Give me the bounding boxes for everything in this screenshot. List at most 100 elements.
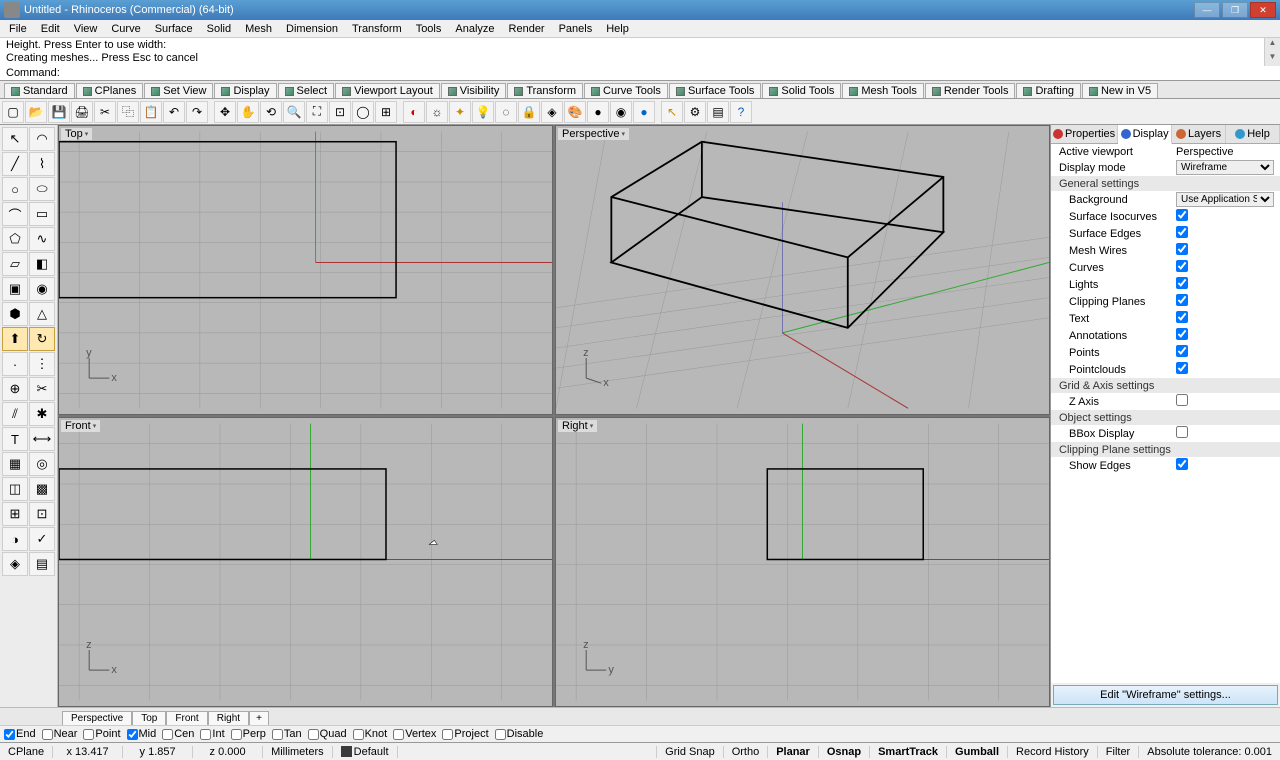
- revolve-icon[interactable]: ↻: [29, 327, 55, 351]
- paste-icon[interactable]: 📋: [140, 101, 162, 123]
- mesh2-icon[interactable]: ▩: [29, 477, 55, 501]
- rtab-properties[interactable]: Properties: [1051, 125, 1118, 143]
- zoom-icon[interactable]: 🔍: [283, 101, 305, 123]
- mesh-icon[interactable]: ◫: [2, 477, 28, 501]
- menu-mesh[interactable]: Mesh: [238, 22, 279, 36]
- tab-newv5[interactable]: New in V5: [1082, 83, 1158, 98]
- minimize-button[interactable]: —: [1194, 2, 1220, 18]
- menu-help[interactable]: Help: [599, 22, 636, 36]
- arc-icon[interactable]: ⌒: [2, 202, 28, 226]
- menu-render[interactable]: Render: [502, 22, 552, 36]
- tab-display[interactable]: Display: [214, 83, 276, 98]
- polygon-icon[interactable]: ⬠: [2, 227, 28, 251]
- layers-icon[interactable]: ◈: [541, 101, 563, 123]
- close-button[interactable]: ✕: [1250, 2, 1276, 18]
- status-layer[interactable]: Default: [333, 746, 398, 758]
- 4view-icon[interactable]: ⊞: [375, 101, 397, 123]
- zaxis-check[interactable]: [1176, 394, 1188, 406]
- menu-dimension[interactable]: Dimension: [279, 22, 345, 36]
- zoomsel-icon[interactable]: ⊡: [329, 101, 351, 123]
- help-icon[interactable]: ?: [730, 101, 752, 123]
- rotate-icon[interactable]: ⟲: [260, 101, 282, 123]
- grid-icon[interactable]: ⊞: [2, 502, 28, 526]
- tab-meshtools[interactable]: Mesh Tools: [842, 83, 923, 98]
- cone-icon[interactable]: △: [29, 302, 55, 326]
- osnap-tan[interactable]: Tan: [272, 728, 302, 740]
- bool-icon[interactable]: ◑: [2, 527, 28, 551]
- line-icon[interactable]: ╱: [2, 152, 28, 176]
- osnap-vertex[interactable]: Vertex: [393, 728, 436, 740]
- dim-icon[interactable]: ⟷: [29, 427, 55, 451]
- cyl-icon[interactable]: ⬢: [2, 302, 28, 326]
- ellipse-icon[interactable]: ⬭: [29, 177, 55, 201]
- osnap-quad[interactable]: Quad: [308, 728, 347, 740]
- viewport-top[interactable]: Top▾ yx: [58, 125, 553, 415]
- hatch-icon[interactable]: ▦: [2, 452, 28, 476]
- viewport-perspective[interactable]: Perspective▾ zx: [555, 125, 1050, 415]
- tab-solidtools[interactable]: Solid Tools: [762, 83, 841, 98]
- btab-front[interactable]: Front: [166, 711, 207, 725]
- edit-wireframe-button[interactable]: Edit "Wireframe" settings...: [1053, 685, 1278, 705]
- extrude-icon[interactable]: ⬆: [2, 327, 28, 351]
- osnap-mid[interactable]: Mid: [127, 728, 157, 740]
- btab-perspective[interactable]: Perspective: [62, 711, 132, 725]
- rect-icon[interactable]: ▭: [29, 202, 55, 226]
- tab-setview[interactable]: Set View: [144, 83, 213, 98]
- viewport-front[interactable]: Front▾ zx: [58, 417, 553, 707]
- pointer-icon[interactable]: ↖: [2, 127, 28, 151]
- btab-top[interactable]: Top: [132, 711, 166, 725]
- dot-icon[interactable]: ◎: [29, 452, 55, 476]
- split-icon[interactable]: ⫽: [2, 402, 28, 426]
- osnap-near[interactable]: Near: [42, 728, 78, 740]
- status-cplane[interactable]: CPlane: [0, 746, 53, 758]
- menu-tools[interactable]: Tools: [409, 22, 449, 36]
- tab-transform[interactable]: Transform: [507, 83, 583, 98]
- lights-check[interactable]: [1176, 277, 1188, 289]
- save-icon[interactable]: 💾: [48, 101, 70, 123]
- srf-icon[interactable]: ▱: [2, 252, 28, 276]
- status-planar[interactable]: Planar: [767, 746, 818, 758]
- hide-icon[interactable]: ◌: [495, 101, 517, 123]
- spotlight-icon[interactable]: ✦: [449, 101, 471, 123]
- btab-right[interactable]: Right: [208, 711, 249, 725]
- menu-analyze[interactable]: Analyze: [448, 22, 501, 36]
- surfedge-check[interactable]: [1176, 226, 1188, 238]
- rtab-layers[interactable]: Layers: [1172, 125, 1226, 143]
- display-mode-select[interactable]: Wireframe: [1176, 160, 1274, 175]
- annot-check[interactable]: [1176, 328, 1188, 340]
- tab-rendertools[interactable]: Render Tools: [925, 83, 1016, 98]
- curves-check[interactable]: [1176, 260, 1188, 272]
- osnap-int[interactable]: Int: [200, 728, 224, 740]
- pt-icon[interactable]: ·: [2, 352, 28, 376]
- prop-icon[interactable]: ▤: [29, 552, 55, 576]
- command-input[interactable]: [60, 67, 1274, 79]
- zoomext-icon[interactable]: ⛶: [306, 101, 328, 123]
- osnap-cen[interactable]: Cen: [162, 728, 194, 740]
- status-smarttrack[interactable]: SmartTrack: [869, 746, 946, 758]
- shade-icon[interactable]: ◐: [403, 101, 425, 123]
- tab-visibility[interactable]: Visibility: [441, 83, 507, 98]
- osnap-end[interactable]: End: [4, 728, 36, 740]
- sphere1-icon[interactable]: ●: [587, 101, 609, 123]
- trim-icon[interactable]: ✂: [29, 377, 55, 401]
- circle-icon[interactable]: ○: [2, 177, 28, 201]
- tab-drafting[interactable]: Drafting: [1016, 83, 1081, 98]
- btab-add[interactable]: +: [249, 711, 269, 725]
- tab-standard[interactable]: Standard: [4, 83, 75, 98]
- rtab-display[interactable]: Display: [1118, 125, 1172, 144]
- text-check[interactable]: [1176, 311, 1188, 323]
- polyline-icon[interactable]: ⌇: [29, 152, 55, 176]
- options-icon[interactable]: ⚙: [684, 101, 706, 123]
- osnap-perp[interactable]: Perp: [231, 728, 266, 740]
- tab-cplanes[interactable]: CPlanes: [76, 83, 144, 98]
- tab-curvetools[interactable]: Curve Tools: [584, 83, 668, 98]
- osnap-point[interactable]: Point: [83, 728, 120, 740]
- lock-icon[interactable]: 🔒: [518, 101, 540, 123]
- menu-edit[interactable]: Edit: [34, 22, 67, 36]
- bbox-check[interactable]: [1176, 426, 1188, 438]
- surfiso-check[interactable]: [1176, 209, 1188, 221]
- open-icon[interactable]: 📂: [25, 101, 47, 123]
- new-icon[interactable]: ▢: [2, 101, 24, 123]
- lasso-icon[interactable]: ◯: [352, 101, 374, 123]
- status-ortho[interactable]: Ortho: [723, 746, 768, 758]
